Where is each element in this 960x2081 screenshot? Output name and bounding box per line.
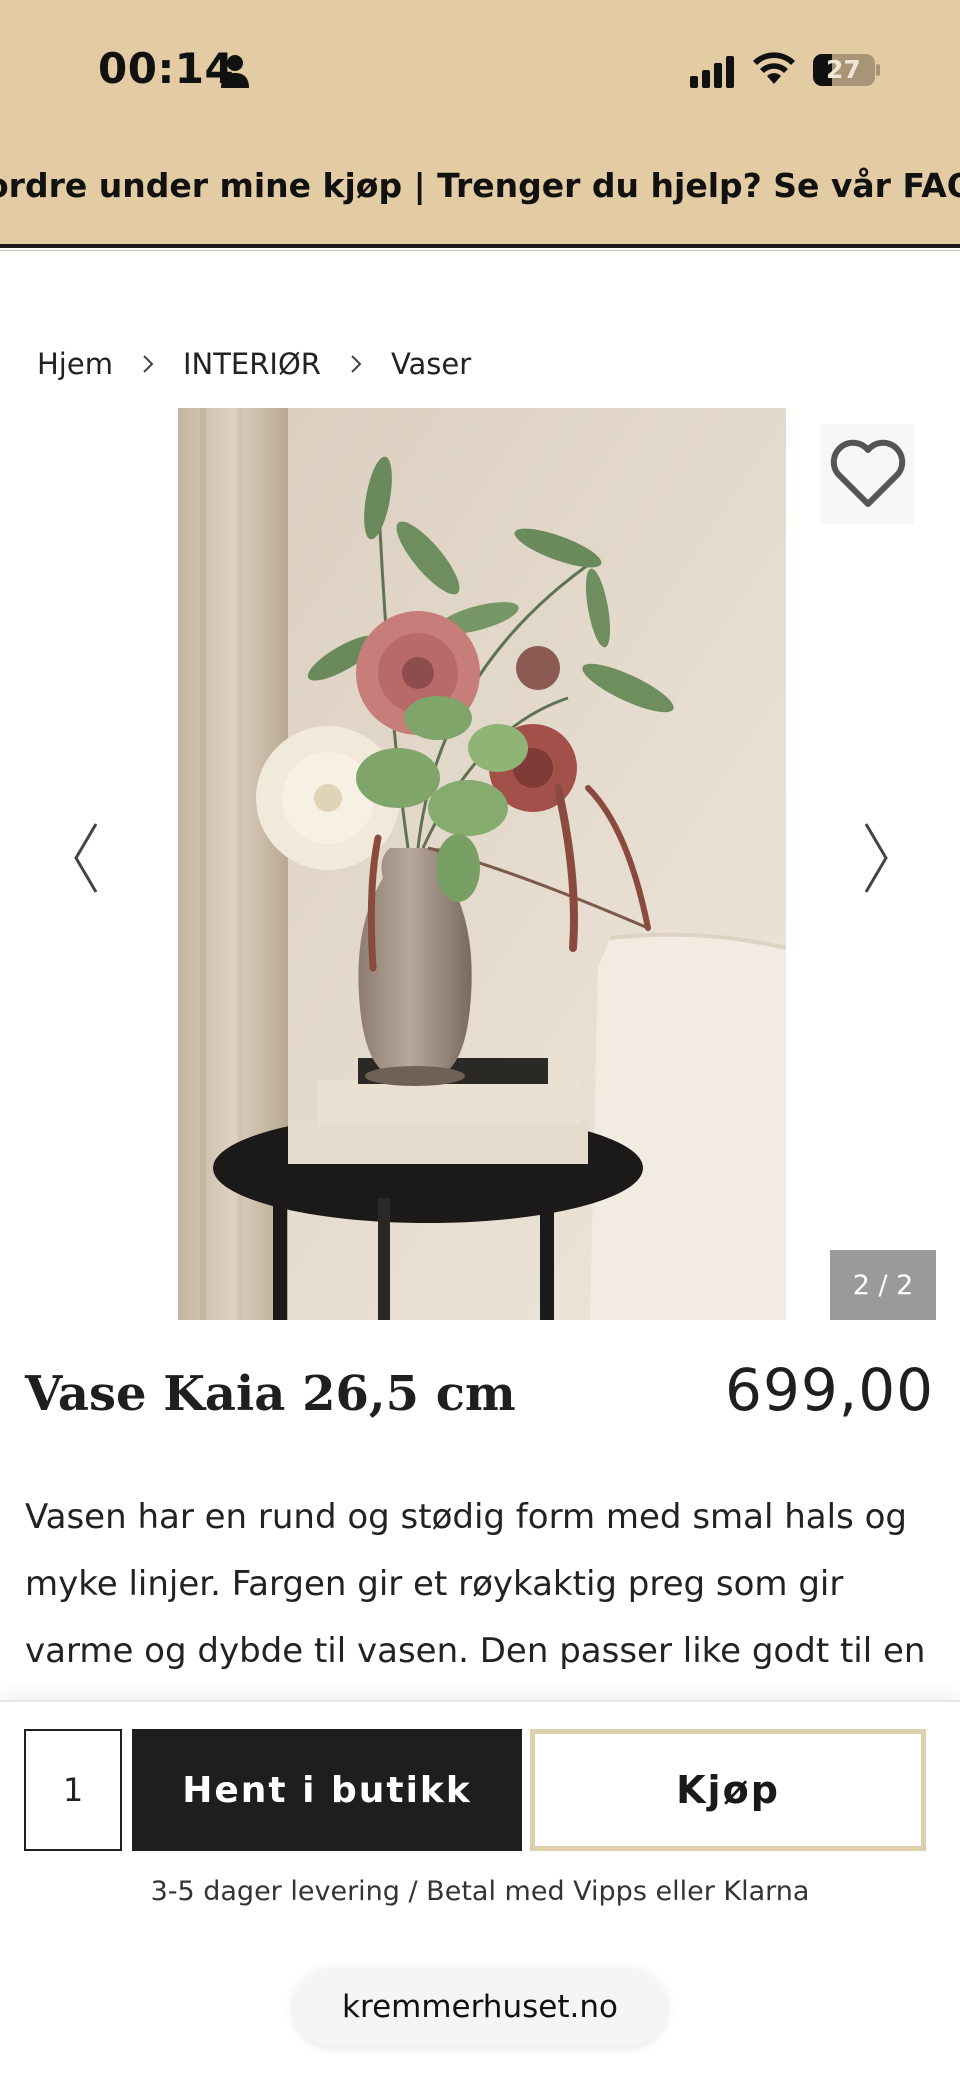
image-counter: 2 / 2 [830,1250,936,1320]
announcement-text[interactable]: ordre under mine kjøp | Trenger du hjelp… [0,166,960,205]
breadcrumb-vases[interactable]: Vaser [391,347,471,381]
header-divider [0,244,960,248]
purchase-bar: 1 Hent i butikk Kjøp 3-5 dager levering … [0,1700,960,2081]
cellular-signal-icon [690,56,734,88]
status-time: 00:14 [98,44,235,93]
pickup-in-store-button[interactable]: Hent i butikk [132,1729,522,1851]
announcement-bar[interactable]: ordre under mine kjøp | Trenger du hjelp… [0,160,960,216]
chevron-left-icon[interactable] [66,818,106,898]
heart-icon [830,439,906,507]
chevron-right-icon[interactable] [856,818,896,898]
wifi-icon [753,52,795,84]
delivery-info: 3-5 dager levering / Betal med Vipps ell… [150,1876,810,1907]
header-band: 00:14 27 ordre under mine kjøp | Trenger… [0,0,960,244]
breadcrumb: Hjem INTERIØR Vaser [37,344,471,384]
header-divider-line [0,250,960,251]
chevron-right-icon [351,355,362,373]
battery-level: 27 [826,55,861,84]
breadcrumb-interior[interactable]: INTERIØR [183,347,321,381]
product-price: 699,00 [725,1356,934,1424]
product-photo[interactable] [178,408,786,1320]
breadcrumb-home[interactable]: Hjem [37,347,113,381]
person-icon [221,55,249,88]
wishlist-button[interactable] [820,424,914,524]
buy-button[interactable]: Kjøp [530,1729,926,1851]
product-title: Vase Kaia 26,5 cm [25,1366,516,1422]
chevron-right-icon [143,355,154,373]
product-gallery: 2 / 2 [0,408,960,1320]
quantity-field[interactable]: 1 [24,1729,122,1851]
browser-url-bar[interactable]: kremmerhuset.no [293,1968,667,2046]
